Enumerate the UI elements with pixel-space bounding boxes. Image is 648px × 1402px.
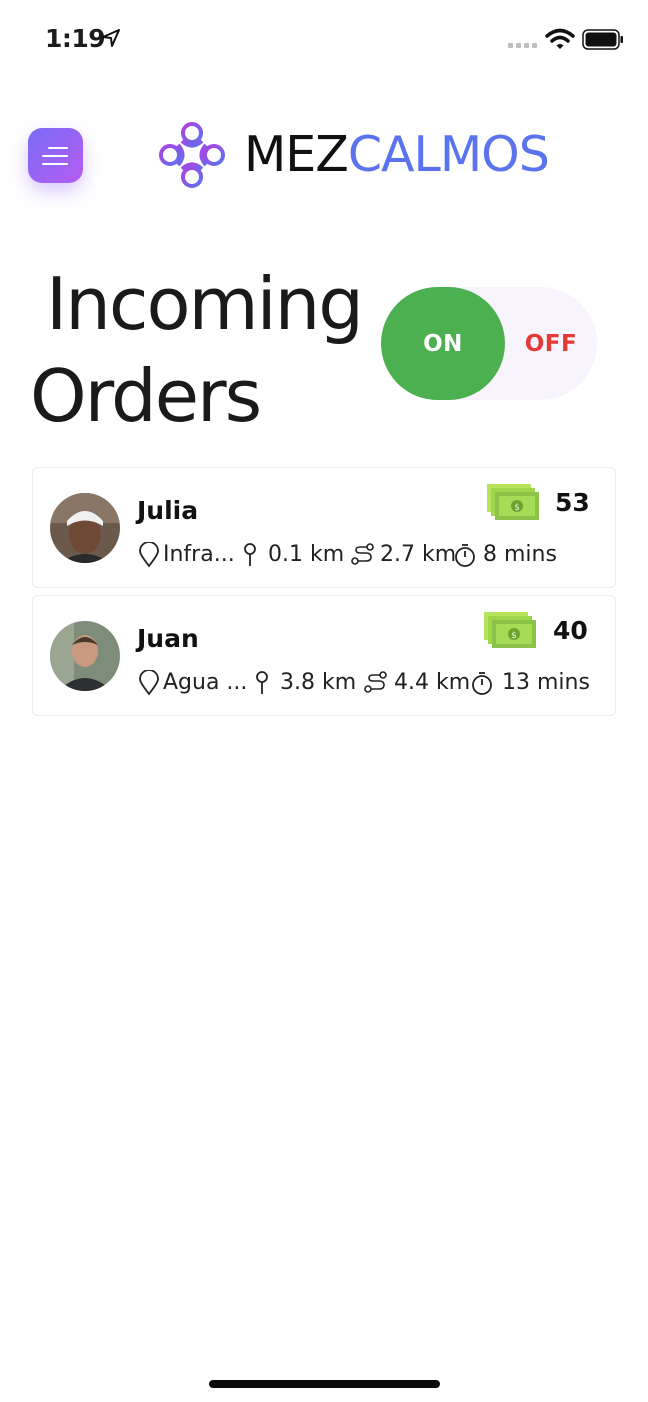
battery-icon	[582, 29, 623, 50]
order-time: 13 mins	[502, 670, 590, 695]
location-arrow-icon	[102, 29, 120, 47]
order-pickup-distance: 3.8 km	[280, 670, 357, 695]
page-title-line1: Incoming	[46, 262, 364, 346]
cash-icon: $	[484, 612, 536, 648]
page-title-line2: Orders	[30, 354, 262, 438]
status-bar: 1:19	[0, 0, 648, 80]
toggle-on-label[interactable]: ON	[381, 287, 505, 400]
order-pickup-distance: 0.1 km	[268, 542, 345, 567]
page-title: Incoming Orders	[30, 258, 364, 442]
order-time: 8 mins	[483, 542, 557, 567]
route-icon	[364, 671, 387, 693]
mezcalmos-logo-icon	[159, 122, 225, 188]
menu-button[interactable]	[28, 128, 83, 183]
pin-distance-icon	[256, 671, 268, 694]
order-card[interactable]: Juan $ 40 Agua ... 3.8 km 4.4 km 13 mins	[32, 595, 616, 716]
brand-name: MEZCALMOS	[244, 126, 550, 184]
cellular-signal-icon	[508, 43, 537, 48]
location-pin-icon	[139, 670, 159, 696]
order-route-distance: 2.7 km	[380, 542, 457, 567]
orders-list: Julia $ 53 Infra... 0.1 km 2.7 km 8 mins…	[32, 467, 616, 723]
customer-name: Juan	[137, 624, 199, 653]
route-icon	[351, 543, 374, 565]
brand-name-part1: MEZ	[244, 126, 349, 183]
order-location: Infra...	[163, 542, 235, 567]
pin-distance-icon	[244, 543, 256, 566]
timer-icon	[472, 672, 492, 695]
svg-text:$: $	[511, 631, 517, 641]
timer-icon	[455, 544, 475, 567]
home-indicator[interactable]	[209, 1380, 440, 1388]
order-route-distance: 4.4 km	[394, 670, 471, 695]
cash-icon: $	[487, 484, 539, 520]
order-amount: 40	[553, 616, 588, 645]
wifi-icon	[545, 28, 575, 49]
customer-name: Julia	[137, 496, 199, 525]
order-location: Agua ...	[163, 670, 248, 695]
brand-name-part2: CALMOS	[347, 126, 550, 183]
location-pin-icon	[139, 542, 159, 568]
svg-text:$: $	[514, 503, 520, 513]
customer-avatar	[50, 621, 120, 691]
online-toggle[interactable]: ON OFF	[381, 287, 597, 400]
status-time: 1:19	[45, 24, 106, 53]
order-amount: 53	[555, 488, 590, 517]
toggle-off-label[interactable]: OFF	[505, 287, 597, 400]
customer-avatar	[50, 493, 120, 563]
order-card[interactable]: Julia $ 53 Infra... 0.1 km 2.7 km 8 mins	[32, 467, 616, 588]
